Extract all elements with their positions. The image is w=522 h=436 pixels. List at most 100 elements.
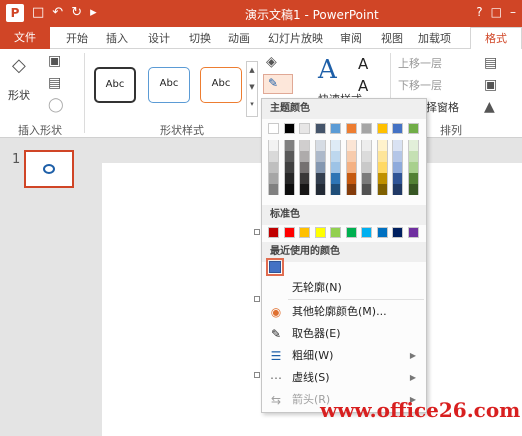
tab-animations[interactable]: 动画 [228, 30, 250, 46]
ribbon-display-icon[interactable]: □ [491, 5, 502, 19]
theme-shade-swatch[interactable] [268, 173, 279, 184]
theme-shade-swatch[interactable] [299, 140, 310, 151]
menu-item-eyedropper[interactable]: ✎ 取色器(E) [262, 323, 426, 345]
tab-format[interactable]: 格式 [470, 27, 522, 49]
theme-shade-swatch[interactable] [376, 140, 388, 151]
chevron-up-icon[interactable]: ▲ [247, 62, 257, 79]
theme-color-swatch[interactable] [283, 123, 295, 134]
theme-shade-swatch[interactable] [299, 173, 310, 184]
standard-color-swatch[interactable] [392, 227, 403, 238]
text-outline-icon[interactable]: A [358, 77, 368, 95]
repeat-icon[interactable]: ↻ [71, 4, 82, 22]
undo-icon[interactable]: ↶ [52, 4, 63, 22]
menu-item-dashes[interactable]: ⋯ 虚线(S) ▶ [262, 367, 426, 389]
theme-shade-swatch[interactable] [407, 151, 419, 162]
theme-shade-swatch[interactable] [392, 151, 403, 162]
theme-shade-swatch[interactable] [330, 162, 341, 173]
tab-insert[interactable]: 插入 [106, 30, 128, 46]
slide-thumbnail[interactable] [24, 150, 74, 188]
theme-shade-swatch[interactable] [361, 173, 372, 184]
theme-shade-swatch[interactable] [314, 173, 326, 184]
theme-shade-swatch[interactable] [407, 162, 419, 173]
theme-shade-swatch[interactable] [268, 184, 279, 195]
theme-shade-swatch[interactable] [299, 162, 310, 173]
tab-file[interactable]: 文件 [0, 27, 50, 49]
theme-shade-swatch[interactable] [330, 184, 341, 195]
standard-color-swatch[interactable] [361, 227, 372, 238]
standard-color-swatch[interactable] [299, 227, 310, 238]
theme-shade-swatch[interactable] [330, 140, 341, 151]
more-icon[interactable]: ▾ [247, 96, 257, 113]
send-backward-button[interactable]: 下移一层 [398, 77, 442, 93]
theme-shade-swatch[interactable] [392, 162, 403, 173]
theme-color-swatch[interactable] [345, 123, 357, 134]
theme-shade-swatch[interactable] [392, 173, 403, 184]
edit-shape-icon[interactable]: ▣ [48, 53, 61, 69]
theme-color-swatch[interactable] [268, 123, 279, 134]
tab-home[interactable]: 开始 [66, 30, 88, 46]
standard-color-swatch[interactable] [345, 227, 357, 238]
theme-shade-swatch[interactable] [376, 151, 388, 162]
theme-color-swatch[interactable] [376, 123, 388, 134]
standard-color-swatch[interactable] [314, 227, 326, 238]
theme-shade-swatch[interactable] [345, 151, 357, 162]
theme-color-swatch[interactable] [361, 123, 372, 134]
tab-review[interactable]: 审阅 [340, 30, 362, 46]
menu-item-no-outline[interactable]: 无轮廓(N) [262, 277, 426, 299]
theme-shade-swatch[interactable] [345, 162, 357, 173]
tab-design[interactable]: 设计 [148, 30, 170, 46]
theme-shade-swatch[interactable] [392, 184, 403, 195]
resize-handle[interactable] [254, 372, 260, 378]
theme-color-swatch[interactable] [392, 123, 403, 134]
theme-shade-swatch[interactable] [283, 151, 295, 162]
theme-shade-swatch[interactable] [299, 151, 310, 162]
theme-shade-swatch[interactable] [345, 173, 357, 184]
theme-shade-swatch[interactable] [314, 140, 326, 151]
start-from-beginning-icon[interactable]: ▸ [90, 4, 97, 22]
bring-forward-button[interactable]: 上移一层 [398, 55, 442, 71]
theme-shade-swatch[interactable] [407, 173, 419, 184]
theme-shade-swatch[interactable] [376, 184, 388, 195]
minimize-icon[interactable]: – [510, 5, 516, 19]
theme-color-swatch[interactable] [330, 123, 341, 134]
theme-color-swatch[interactable] [299, 123, 310, 134]
save-icon[interactable]: □ [32, 4, 44, 22]
shapes-icon[interactable]: ◇ [12, 55, 26, 76]
theme-shade-swatch[interactable] [361, 162, 372, 173]
theme-shade-swatch[interactable] [330, 173, 341, 184]
group-objects-icon[interactable]: ▣ [484, 77, 497, 93]
text-box-icon[interactable]: ▤ [48, 75, 61, 91]
theme-shade-swatch[interactable] [314, 184, 326, 195]
wordart-a-icon[interactable]: A [318, 55, 337, 85]
shape-outline-button[interactable]: ✎ [263, 74, 293, 94]
shape-style-orange[interactable]: Abc [200, 67, 242, 103]
theme-shade-swatch[interactable] [407, 184, 419, 195]
shape-style-black[interactable]: Abc [94, 67, 136, 103]
theme-color-swatch[interactable] [407, 123, 419, 134]
theme-shade-swatch[interactable] [283, 173, 295, 184]
recent-color-swatch[interactable] [266, 258, 284, 276]
theme-shade-swatch[interactable] [299, 184, 310, 195]
standard-color-swatch[interactable] [330, 227, 341, 238]
theme-shade-swatch[interactable] [345, 140, 357, 151]
rotate-icon[interactable]: ▲ [484, 99, 495, 115]
merge-shapes-icon[interactable]: ◯ [48, 97, 64, 113]
resize-handle[interactable] [254, 296, 260, 302]
chevron-down-icon[interactable]: ▼ [247, 79, 257, 96]
tab-slideshow[interactable]: 幻灯片放映 [268, 30, 323, 46]
theme-shade-swatch[interactable] [361, 151, 372, 162]
theme-shade-swatch[interactable] [392, 140, 403, 151]
resize-handle[interactable] [254, 229, 260, 235]
tab-view[interactable]: 视图 [381, 30, 403, 46]
theme-shade-swatch[interactable] [376, 162, 388, 173]
tab-transitions[interactable]: 切换 [189, 30, 211, 46]
theme-shade-swatch[interactable] [268, 140, 279, 151]
help-icon[interactable]: ? [476, 5, 482, 19]
theme-shade-swatch[interactable] [283, 162, 295, 173]
text-fill-icon[interactable]: A [358, 55, 368, 73]
standard-color-swatch[interactable] [283, 227, 295, 238]
theme-shade-swatch[interactable] [314, 151, 326, 162]
theme-shade-swatch[interactable] [330, 151, 341, 162]
theme-shade-swatch[interactable] [345, 184, 357, 195]
theme-shade-swatch[interactable] [361, 184, 372, 195]
